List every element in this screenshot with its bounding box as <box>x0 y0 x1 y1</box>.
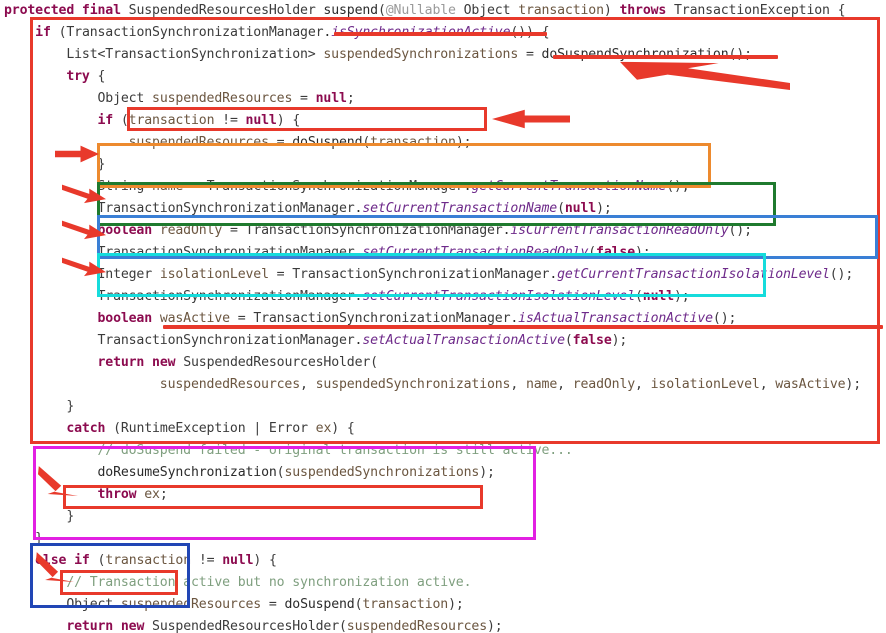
code-line: Object suspendedResources = null; <box>97 91 355 106</box>
code-line: } <box>66 399 75 414</box>
code-line: protected final SuspendedResourcesHolder… <box>4 3 846 18</box>
code-line: if (transaction != null) { <box>97 113 301 128</box>
code-line: // doSuspend failed - original transacti… <box>97 443 573 458</box>
code-line: // Transaction active but no synchroniza… <box>66 575 472 590</box>
code-line: suspendedResources, suspendedSynchroniza… <box>159 377 861 392</box>
code-line: String name = TransactionSynchronization… <box>97 179 690 194</box>
code-line: suspendedResources = doSuspend(transacti… <box>128 135 472 150</box>
code-line: } <box>66 509 75 524</box>
code-line: List<TransactionSynchronization> suspend… <box>66 47 752 62</box>
code-line: catch (RuntimeException | Error ex) { <box>66 421 355 436</box>
code-line: TransactionSynchronizationManager.setCur… <box>97 289 690 304</box>
code-screenshot: protected final SuspendedResourcesHolder… <box>0 0 886 633</box>
code-line: TransactionSynchronizationManager.setCur… <box>97 201 612 216</box>
code-line: else if (transaction != null) { <box>35 553 277 568</box>
code-line: boolean readOnly = TransactionSynchroniz… <box>97 223 752 238</box>
code-line: doResumeSynchronization(suspendedSynchro… <box>97 465 495 480</box>
code-line: } <box>97 157 106 172</box>
code-line: Integer isolationLevel = TransactionSync… <box>97 267 854 282</box>
code-line: try { <box>66 69 106 84</box>
code-line: TransactionSynchronizationManager.setCur… <box>97 245 651 260</box>
code-line: return new SuspendedResourcesHolder( <box>97 355 378 370</box>
code-line: Object suspendedResources = doSuspend(tr… <box>66 597 464 612</box>
code-line: boolean wasActive = TransactionSynchroni… <box>97 311 737 326</box>
code-line: TransactionSynchronizationManager.setAct… <box>97 333 628 348</box>
code-line: if (TransactionSynchronizationManager.is… <box>35 25 550 40</box>
code-line: return new SuspendedResourcesHolder(susp… <box>66 619 503 633</box>
code-line: } <box>35 531 43 546</box>
code-line: throw ex; <box>97 487 168 502</box>
code-block: protected final SuspendedResourcesHolder… <box>0 0 886 633</box>
